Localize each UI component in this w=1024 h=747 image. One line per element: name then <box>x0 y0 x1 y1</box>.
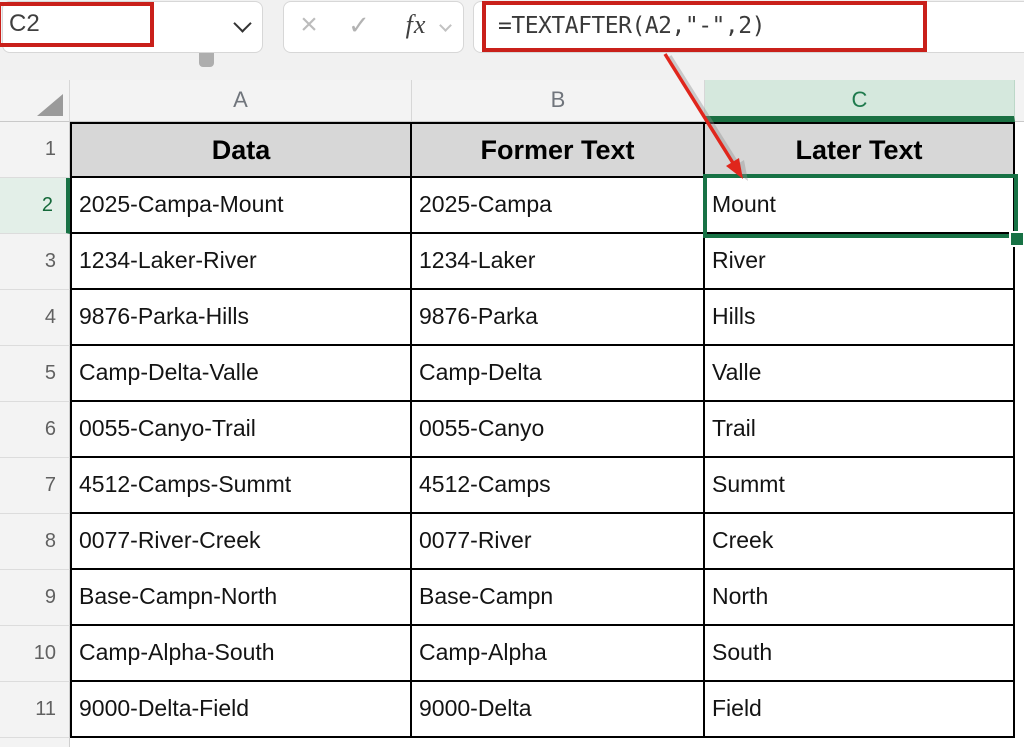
row-headers: 1 2 3 4 5 6 7 8 9 10 11 <box>0 122 70 747</box>
cell-a8[interactable]: 0077-River-Creek <box>70 514 412 570</box>
row-12-sliver <box>70 738 1024 747</box>
cell-c2-selected[interactable]: Mount <box>705 178 1015 234</box>
row-header-4[interactable]: 4 <box>0 290 70 346</box>
cell-a6[interactable]: 0055-Canyo-Trail <box>70 402 412 458</box>
formula-text[interactable]: =TEXTAFTER(A2,"-",2) <box>498 2 765 51</box>
cell-b5[interactable]: Camp-Delta <box>412 346 705 402</box>
cell-a5[interactable]: Camp-Delta-Valle <box>70 346 412 402</box>
row-header-12-partial[interactable] <box>0 738 70 747</box>
row-header-5[interactable]: 5 <box>0 346 70 402</box>
cell-a10[interactable]: Camp-Alpha-South <box>70 626 412 682</box>
column-header-b[interactable]: B <box>412 80 705 122</box>
cell-c3[interactable]: River <box>705 234 1015 290</box>
cell-b6[interactable]: 0055-Canyo <box>412 402 705 458</box>
row-header-6[interactable]: 6 <box>0 402 70 458</box>
excel-window: C2 × ✓ fx =TEXTAFTER(A2,"-",2) A B C 1 2… <box>0 0 1024 747</box>
row-header-2-selected[interactable]: 2 <box>0 178 70 234</box>
insert-function-icon[interactable]: fx <box>398 0 434 52</box>
row-header-3[interactable]: 3 <box>0 234 70 290</box>
cell-a7[interactable]: 4512-Camps-Summt <box>70 458 412 514</box>
cell-b10[interactable]: Camp-Alpha <box>412 626 705 682</box>
cell-a9[interactable]: Base-Campn-North <box>70 570 412 626</box>
cell-a1[interactable]: Data <box>70 122 412 178</box>
cell-c6[interactable]: Trail <box>705 402 1015 458</box>
cell-c7[interactable]: Summt <box>705 458 1015 514</box>
row-header-7[interactable]: 7 <box>0 458 70 514</box>
cell-c8[interactable]: Creek <box>705 514 1015 570</box>
cell-c4[interactable]: Hills <box>705 290 1015 346</box>
cell-a2[interactable]: 2025-Campa-Mount <box>70 178 412 234</box>
row-header-11[interactable]: 11 <box>0 682 70 738</box>
cell-c1[interactable]: Later Text <box>705 122 1015 178</box>
name-box-value[interactable]: C2 <box>9 0 40 48</box>
select-all-triangle-icon <box>37 94 63 116</box>
fill-handle[interactable] <box>1009 231 1024 247</box>
cell-b8[interactable]: 0077-River <box>412 514 705 570</box>
cell-b11[interactable]: 9000-Delta <box>412 682 705 738</box>
cell-a11[interactable]: 9000-Delta-Field <box>70 682 412 738</box>
row-header-1[interactable]: 1 <box>0 122 70 178</box>
column-header-c-selected[interactable]: C <box>705 80 1015 122</box>
cell-b4[interactable]: 9876-Parka <box>412 290 705 346</box>
column-d-sliver <box>1015 122 1024 738</box>
cell-b1[interactable]: Former Text <box>412 122 705 178</box>
cell-c10[interactable]: South <box>705 626 1015 682</box>
row-header-8[interactable]: 8 <box>0 514 70 570</box>
row-header-10[interactable]: 10 <box>0 626 70 682</box>
cell-b7[interactable]: 4512-Camps <box>412 458 705 514</box>
cell-c9[interactable]: North <box>705 570 1015 626</box>
cell-b9[interactable]: Base-Campn <box>412 570 705 626</box>
cell-b3[interactable]: 1234-Laker <box>412 234 705 290</box>
enter-icon[interactable]: ✓ <box>342 0 376 52</box>
cell-a3[interactable]: 1234-Laker-River <box>70 234 412 290</box>
formula-bar-drag-nub[interactable] <box>199 53 214 67</box>
cell-c5[interactable]: Valle <box>705 346 1015 402</box>
data-grid: Data Former Text Later Text 2025-Campa-M… <box>70 122 1015 738</box>
cell-a4[interactable]: 9876-Parka-Hills <box>70 290 412 346</box>
select-all-corner[interactable] <box>0 80 70 122</box>
cancel-icon[interactable]: × <box>292 0 326 52</box>
row-header-9[interactable]: 9 <box>0 570 70 626</box>
column-header-a[interactable]: A <box>70 80 412 122</box>
column-header-sliver <box>1015 80 1024 122</box>
cell-b2[interactable]: 2025-Campa <box>412 178 705 234</box>
cell-c11[interactable]: Field <box>705 682 1015 738</box>
